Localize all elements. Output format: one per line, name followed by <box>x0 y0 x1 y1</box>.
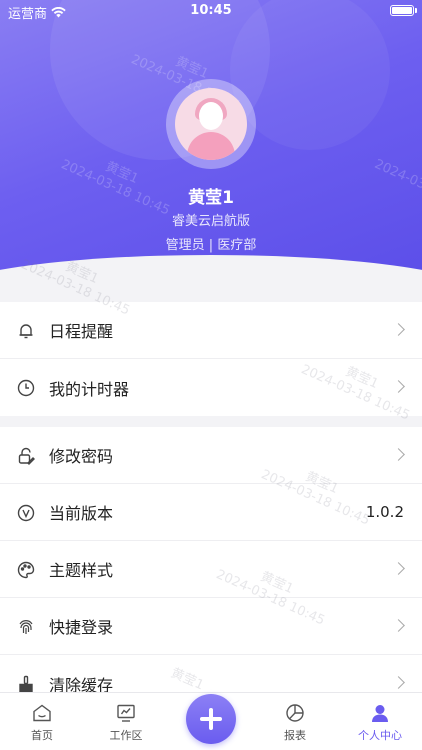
menu-item-my-timer[interactable]: 我的计时器 <box>0 359 422 416</box>
chevron-right-icon <box>392 562 405 575</box>
menu-item-theme-style[interactable]: 主题样式 <box>0 541 422 598</box>
user-icon <box>372 705 388 722</box>
chevron-right-icon <box>392 323 405 336</box>
tab-home[interactable]: 首页 <box>0 693 84 750</box>
menu-item-label: 当前版本 <box>49 504 114 523</box>
chevron-right-icon <box>392 380 405 393</box>
user-organization: 睿美云启航版 <box>171 214 250 229</box>
status-bar: 运营商 10:45 <box>0 0 422 22</box>
chevron-right-icon <box>392 448 405 461</box>
fingerprint-icon <box>16 617 36 637</box>
avatar[interactable] <box>166 79 256 169</box>
menu-item-change-password[interactable]: 修改密码 <box>0 427 422 484</box>
menu-item-schedule-reminder[interactable]: 日程提醒 <box>0 302 422 359</box>
bell-icon <box>16 321 36 341</box>
home-icon <box>33 704 51 722</box>
user-role: 管理员 | 医疗部 <box>165 238 257 253</box>
menu-item-label: 修改密码 <box>49 447 114 466</box>
chevron-right-icon <box>392 619 405 632</box>
lock-edit-icon <box>16 446 36 466</box>
tab-label: 工作区 <box>109 729 143 742</box>
header-curve <box>0 255 422 300</box>
tab-label: 个人中心 <box>358 729 402 742</box>
chevron-right-icon <box>392 676 405 689</box>
tab-label: 首页 <box>31 729 53 742</box>
clock-time: 10:45 <box>190 3 232 18</box>
menu-item-label: 日程提醒 <box>49 322 114 341</box>
pie-chart-icon <box>286 704 304 722</box>
tab-personal-center[interactable]: 个人中心 <box>338 693 422 750</box>
menu-item-label: 快捷登录 <box>49 618 114 637</box>
tab-label: 报表 <box>284 729 306 742</box>
menu-group-reminders: 日程提醒 我的计时器 <box>0 302 422 416</box>
clock-icon <box>16 378 36 398</box>
version-value: 1.0.2 <box>365 503 404 521</box>
workspace-icon <box>117 704 135 722</box>
menu-item-label: 主题样式 <box>49 561 114 580</box>
menu-item-current-version[interactable]: 当前版本 1.0.2 <box>0 484 422 541</box>
menu-item-quick-login[interactable]: 快捷登录 <box>0 598 422 655</box>
menu-group-settings: 修改密码 当前版本 1.0.2 主题样式 快捷登录 清除缓存 <box>0 427 422 712</box>
menu-item-label: 我的计时器 <box>49 379 130 399</box>
tab-workspace[interactable]: 工作区 <box>84 693 168 750</box>
palette-icon <box>16 560 36 580</box>
avatar-image <box>175 88 247 160</box>
battery-icon <box>390 5 417 16</box>
add-button[interactable] <box>186 694 236 744</box>
version-icon <box>16 503 36 523</box>
broom-icon <box>16 674 36 694</box>
tab-reports[interactable]: 报表 <box>253 693 337 750</box>
user-name: 黄莹1 <box>188 188 234 208</box>
